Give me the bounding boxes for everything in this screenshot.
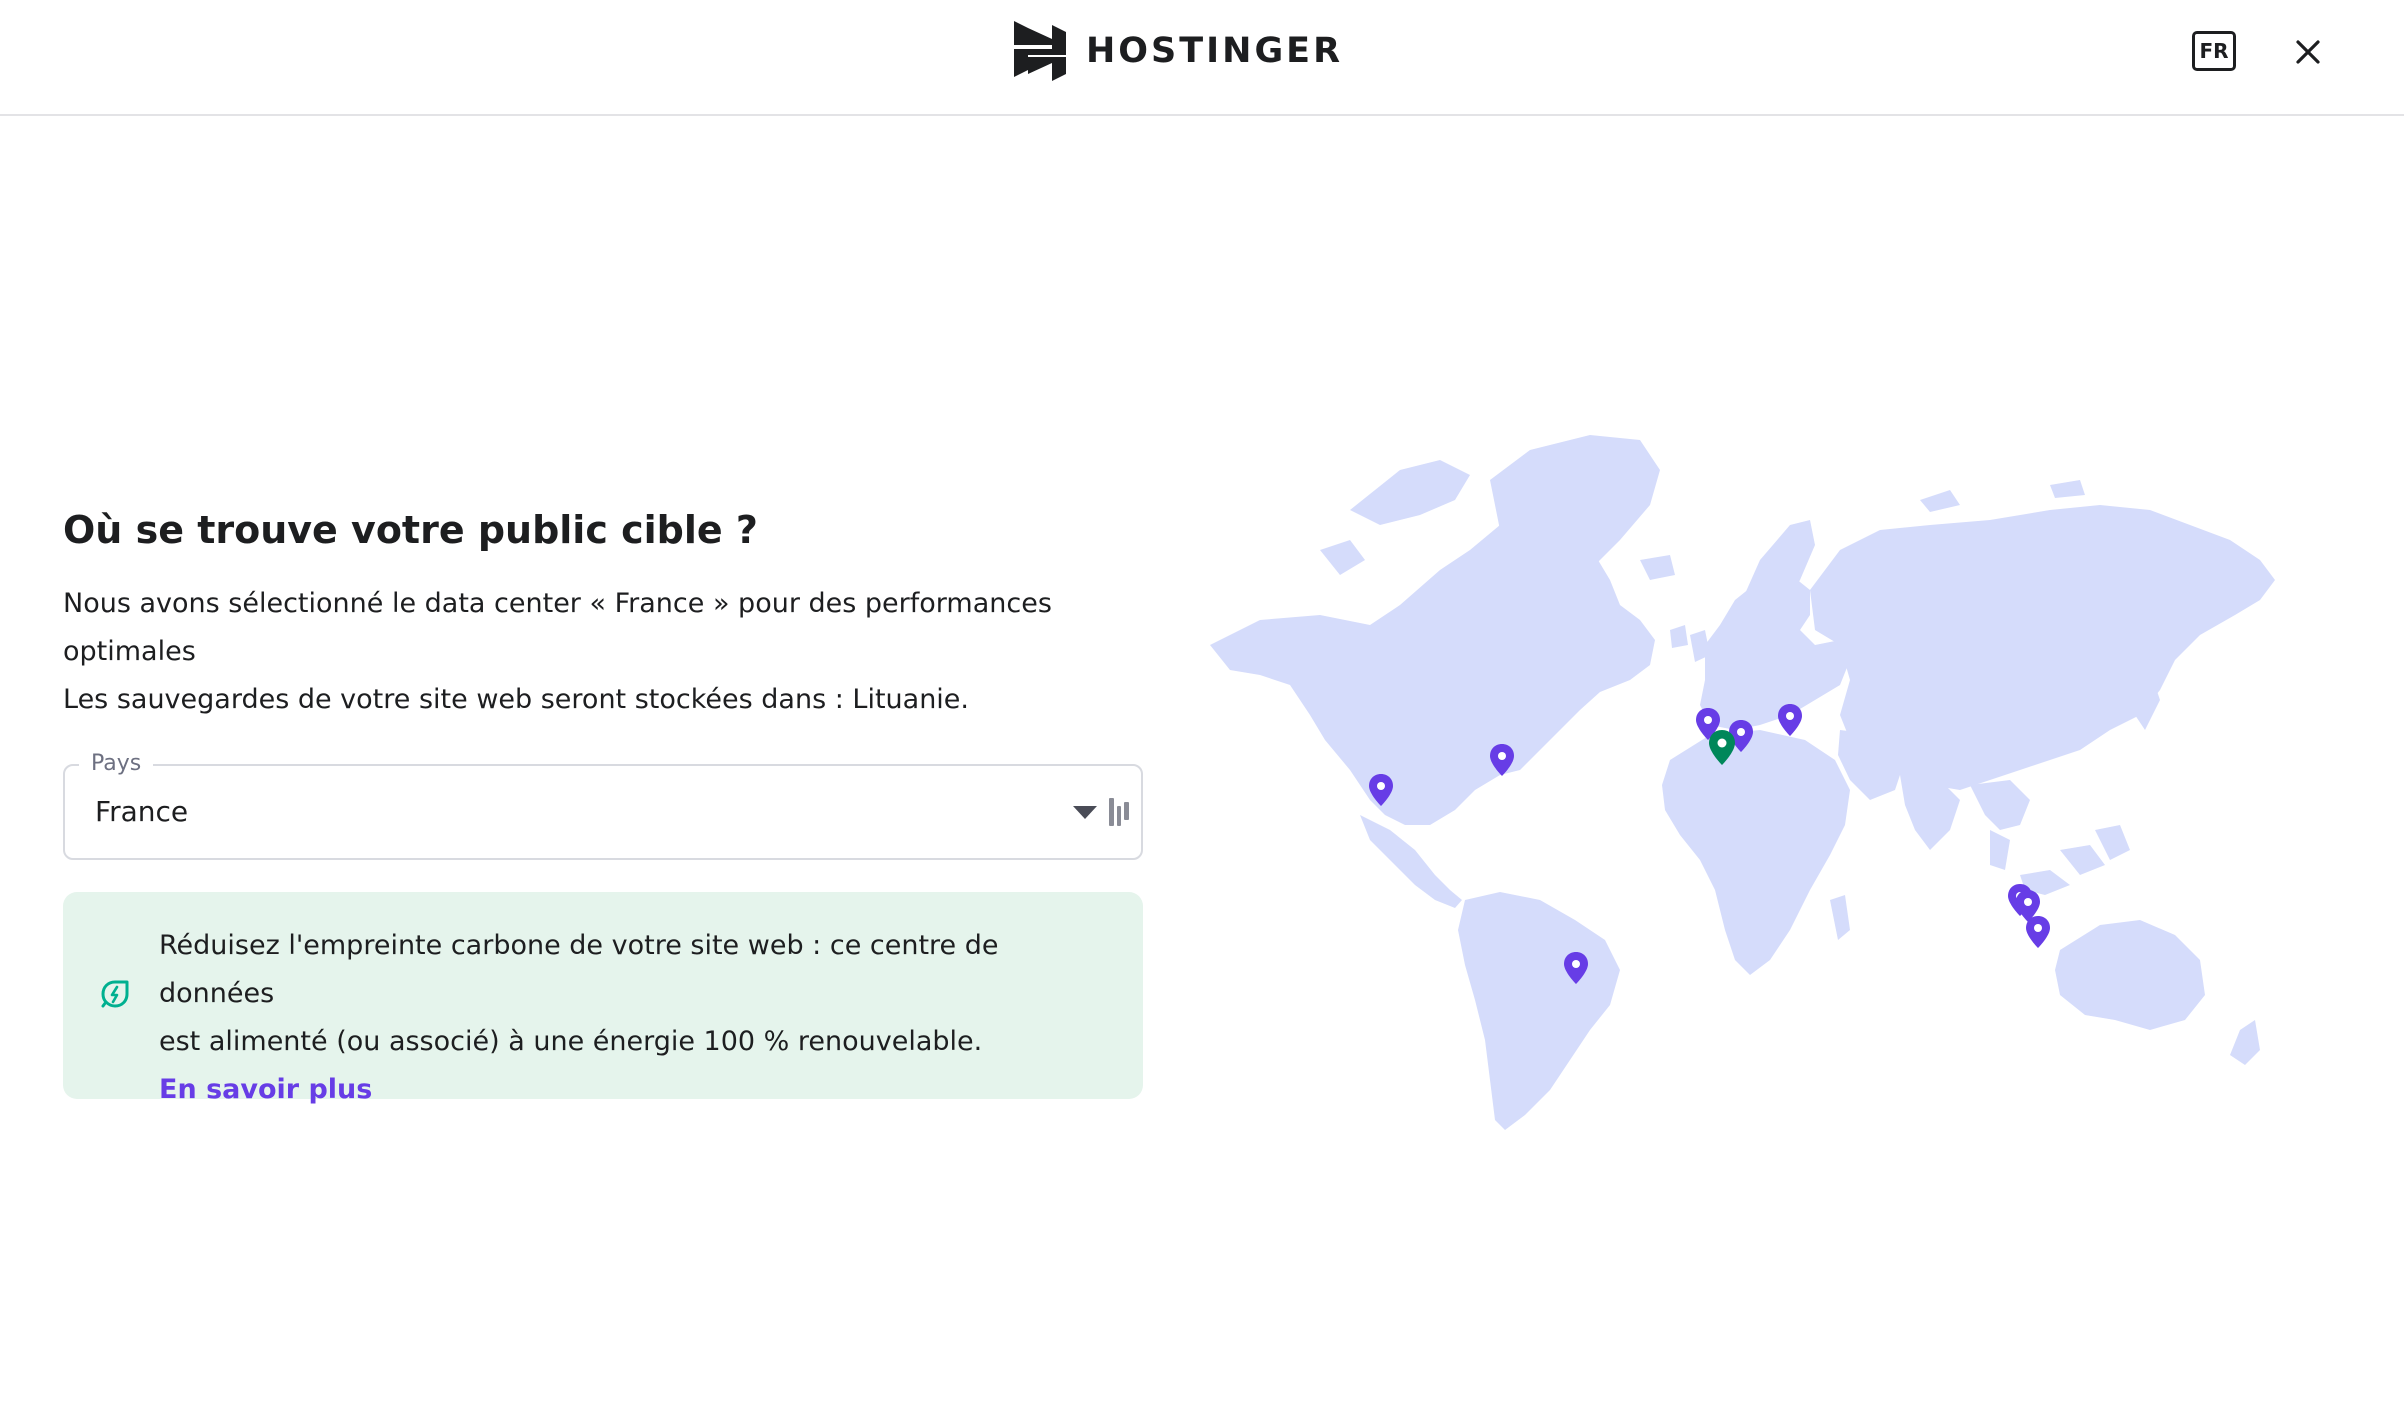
renewable-energy-notice: Réduisez l'empreinte carbone de votre si… — [63, 892, 1143, 1105]
map-pin-lithuania[interactable] — [1778, 704, 1802, 736]
page-title: Où se trouve votre public cible ? — [63, 508, 758, 552]
top-bar: HOSTINGER FR — [0, 0, 2404, 116]
autofill-extension-icon[interactable] — [1107, 796, 1131, 828]
brand-name: HOSTINGER — [1086, 31, 1344, 71]
page-description: Nous avons sélectionné le data center « … — [63, 580, 1143, 724]
hostinger-logo-icon — [1014, 21, 1066, 81]
description-line: Les sauvegardes de votre site web seront… — [63, 684, 970, 715]
description-line: Nous avons sélectionné le data center « … — [63, 588, 1052, 667]
notice-line: Réduisez l'empreinte carbone de votre si… — [159, 930, 999, 1009]
chevron-down-icon[interactable] — [1073, 806, 1097, 819]
eco-leaf-icon — [101, 980, 129, 1008]
close-button[interactable] — [2290, 34, 2326, 70]
language-switch-button[interactable]: FR — [2192, 31, 2236, 71]
renewable-energy-text: Réduisez l'empreinte carbone de votre si… — [159, 922, 1119, 1114]
country-select-value: France — [95, 795, 189, 828]
learn-more-link[interactable]: En savoir plus — [159, 1066, 1119, 1114]
data-center-world-map — [1210, 435, 2275, 1130]
audience-location-panel: Où se trouve votre public cible ? Nous a… — [63, 500, 1143, 1105]
notice-line: est alimenté (ou associé) à une énergie … — [159, 1026, 983, 1057]
close-icon — [2296, 40, 2320, 64]
map-pin-indonesia[interactable] — [2026, 916, 2050, 948]
hostinger-logo[interactable]: HOSTINGER — [1014, 20, 1343, 82]
country-select[interactable]: Pays France — [63, 750, 1143, 860]
